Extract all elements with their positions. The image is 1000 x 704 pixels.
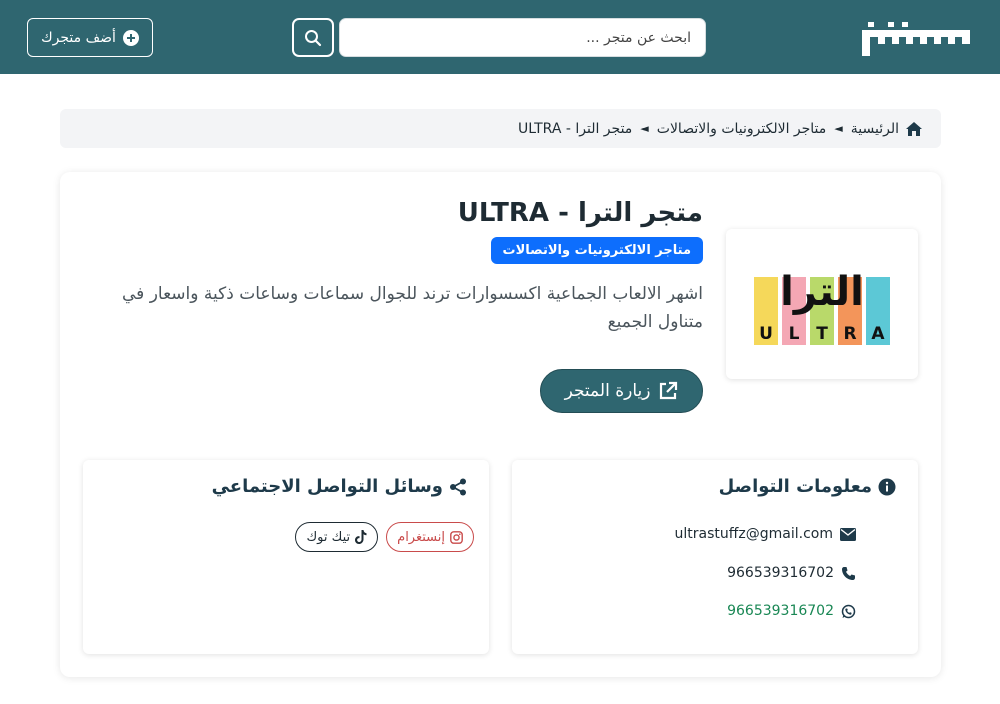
info-icon bbox=[878, 478, 896, 495]
phone-icon bbox=[842, 566, 855, 580]
search-bar bbox=[292, 18, 706, 57]
social-media-card: وسائل التواصل الاجتماعي إنستغرام تيك توك bbox=[83, 460, 489, 654]
contact-whatsapp: 966539316702 bbox=[727, 603, 834, 619]
breadcrumb-separator-icon: ◄ bbox=[834, 122, 843, 135]
breadcrumb-category-link[interactable]: متاجر الالكترونيات والاتصالات bbox=[657, 121, 827, 137]
social-links: إنستغرام تيك توك bbox=[295, 522, 474, 552]
contact-whatsapp-row[interactable]: 966539316702 bbox=[727, 601, 856, 621]
breadcrumb-home-link[interactable]: الرئيسية bbox=[851, 121, 899, 137]
logo-wordmark-icon bbox=[862, 22, 970, 56]
instagram-icon bbox=[450, 530, 463, 544]
social-media-title: وسائل التواصل الاجتماعي bbox=[212, 476, 467, 497]
add-store-button[interactable]: أضف متجرك bbox=[27, 18, 153, 57]
home-icon[interactable] bbox=[905, 121, 923, 137]
contact-info-title: معلومات التواصل bbox=[719, 476, 896, 497]
plus-circle-icon bbox=[122, 29, 139, 46]
external-link-icon bbox=[660, 381, 678, 400]
svg-text:T: T bbox=[816, 324, 828, 344]
contact-info-title-text: معلومات التواصل bbox=[718, 476, 872, 497]
category-badge[interactable]: متاجر الالكترونيات والاتصالات bbox=[490, 237, 703, 264]
breadcrumb: الرئيسية ◄ متاجر الالكترونيات والاتصالات… bbox=[60, 109, 941, 148]
instagram-link[interactable]: إنستغرام bbox=[386, 522, 474, 552]
share-icon bbox=[450, 478, 466, 495]
search-icon bbox=[305, 29, 322, 46]
tiktok-link[interactable]: تيك توك bbox=[295, 522, 379, 552]
contact-phone-row[interactable]: 966539316702 bbox=[727, 563, 856, 583]
breadcrumb-current: متجر الترا - ULTRA bbox=[517, 120, 633, 137]
contact-email-row[interactable]: ultrastuffz@gmail.com bbox=[675, 524, 856, 544]
social-media-title-text: وسائل التواصل الاجتماعي bbox=[211, 476, 443, 497]
svg-text:L: L bbox=[789, 324, 800, 344]
breadcrumb-separator-icon: ◄ bbox=[640, 122, 649, 135]
site-logo[interactable] bbox=[858, 18, 974, 58]
contact-phone: 966539316702 bbox=[727, 565, 834, 581]
add-store-label: أضف متجرك bbox=[41, 29, 116, 46]
store-card: الترا U L T R A متجر الترا - ULTRA متاجر… bbox=[60, 172, 941, 677]
tiktok-icon bbox=[355, 530, 367, 544]
ultra-logo-image: الترا U L T R A bbox=[754, 269, 890, 345]
contact-email: ultrastuffz@gmail.com bbox=[674, 526, 833, 542]
top-navbar: أضف متجرك bbox=[0, 0, 1000, 74]
svg-text:U: U bbox=[759, 324, 773, 344]
envelope-icon bbox=[840, 527, 856, 541]
search-input[interactable] bbox=[339, 18, 706, 57]
store-logo: الترا U L T R A bbox=[726, 229, 918, 379]
svg-text:R: R bbox=[843, 324, 856, 344]
search-button[interactable] bbox=[292, 18, 334, 57]
whatsapp-icon bbox=[841, 604, 856, 618]
svg-text:الترا: الترا bbox=[780, 269, 864, 315]
store-title: متجر الترا - ULTRA bbox=[457, 198, 703, 228]
instagram-label: إنستغرام bbox=[397, 529, 445, 545]
visit-store-label: زيارة المتجر bbox=[564, 381, 651, 401]
tiktok-label: تيك توك bbox=[306, 529, 351, 545]
contact-info-card: معلومات التواصل ultrastuffz@gmail.com 96… bbox=[512, 460, 918, 654]
svg-text:A: A bbox=[871, 324, 885, 344]
store-description: اشهر الالعاب الجماعية اكسسوارات ترند للج… bbox=[122, 284, 703, 332]
visit-store-button[interactable]: زيارة المتجر bbox=[540, 369, 703, 413]
